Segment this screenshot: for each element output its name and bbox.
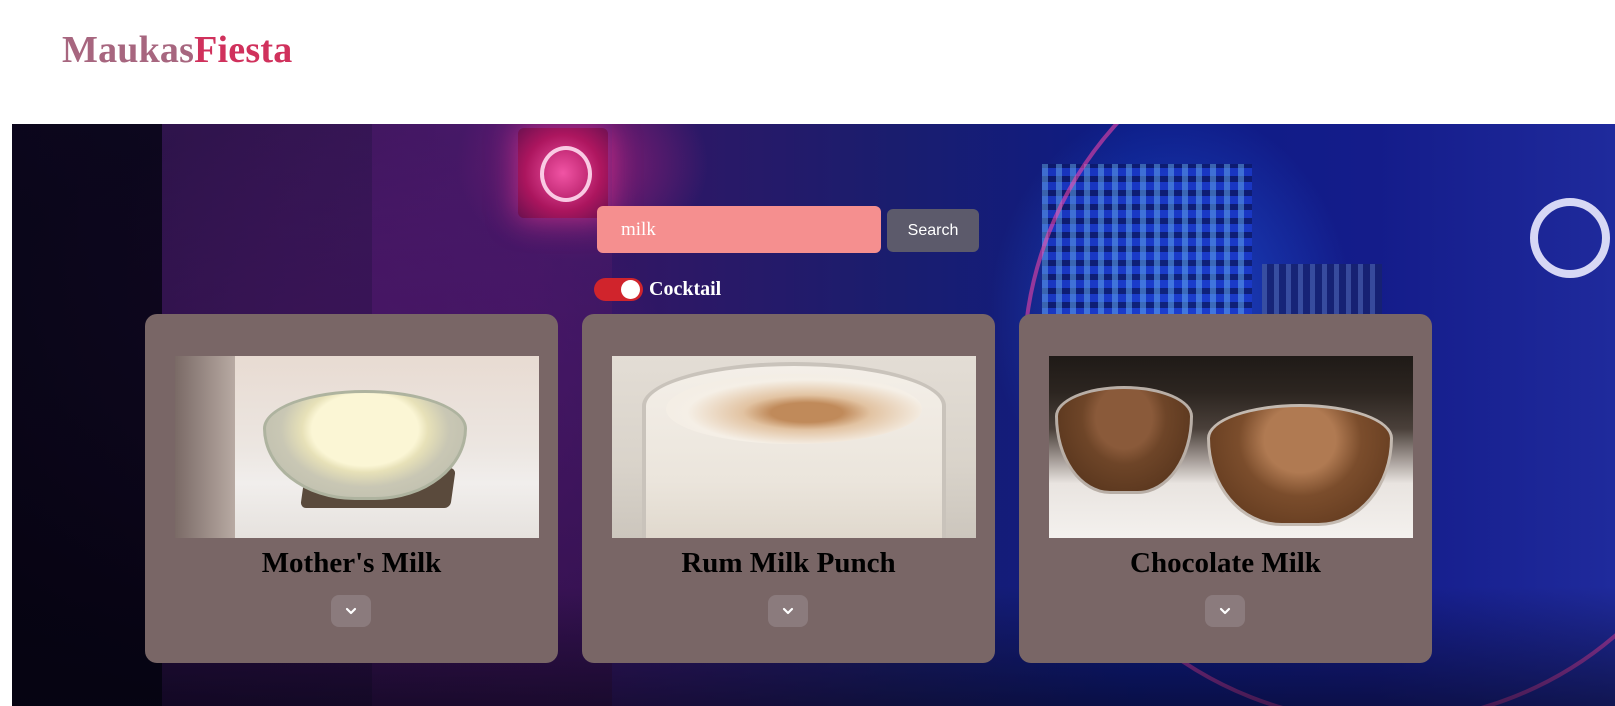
site-header: MaukasFiesta <box>0 0 1615 124</box>
chocolate-milk-image[interactable] <box>1049 356 1413 538</box>
drink-title: Chocolate Milk <box>1130 547 1321 579</box>
brand-logo[interactable]: MaukasFiesta <box>62 28 292 72</box>
chevron-down-icon <box>782 607 794 615</box>
neon-ring <box>1530 198 1610 278</box>
expand-button[interactable] <box>331 595 371 627</box>
chevron-down-icon <box>1219 607 1231 615</box>
image-detail <box>175 356 235 538</box>
brand-logo-part-maukas: Maukas <box>62 29 195 71</box>
image-detail <box>1055 386 1193 494</box>
drink-card: Mother's Milk <box>145 314 558 663</box>
drink-title: Mother's Milk <box>261 547 442 579</box>
image-detail <box>1207 404 1393 526</box>
search-input[interactable] <box>597 206 881 253</box>
neon-sign <box>518 128 608 218</box>
milk-bowl-image[interactable] <box>175 356 539 538</box>
expand-button[interactable] <box>768 595 808 627</box>
cocktail-toggle-label: Cocktail <box>649 278 722 300</box>
image-detail <box>666 374 922 444</box>
brand-logo-part-fiesta: Fiesta <box>194 29 293 71</box>
chevron-down-icon <box>345 607 357 615</box>
drink-card: Rum Milk Punch <box>582 314 995 663</box>
search-button[interactable]: Search <box>887 209 979 252</box>
drink-title: Rum Milk Punch <box>681 547 896 579</box>
expand-button[interactable] <box>1205 595 1245 627</box>
toggle-knob <box>621 280 640 299</box>
drink-card: Chocolate Milk <box>1019 314 1432 663</box>
milk-punch-image[interactable] <box>612 356 976 538</box>
cocktail-toggle[interactable] <box>594 278 643 301</box>
